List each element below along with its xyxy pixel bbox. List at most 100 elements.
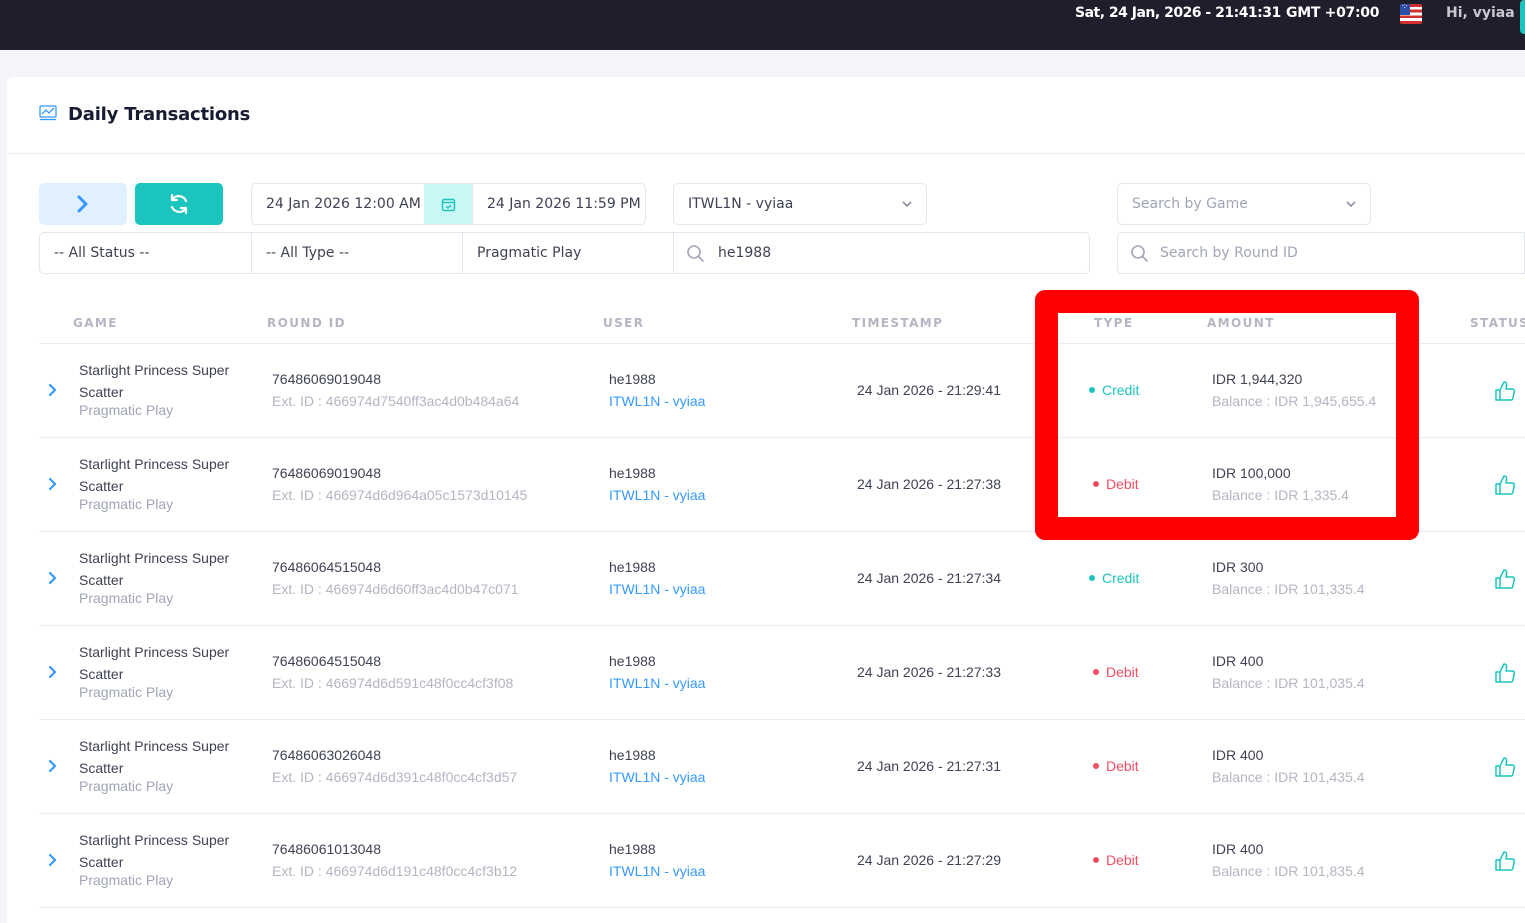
user-greeting[interactable]: Hi, vyiaa — [1446, 5, 1515, 21]
thumbs-up-icon[interactable] — [1494, 474, 1516, 496]
agent-link[interactable]: ITWL1N - vyiaa — [609, 675, 705, 691]
external-id: Ext. ID : 466974d6d964a05c1573d10145 — [272, 487, 528, 503]
balance: Balance : IDR 101,835.4 — [1212, 863, 1365, 879]
column-header-round-id[interactable]: ROUND ID — [267, 316, 346, 330]
type-badge-credit: Credit — [1089, 570, 1139, 586]
transactions-card: Daily Transactions 24 Jan 2026 12:00 AM … — [7, 77, 1525, 923]
round-id-search-placeholder: Search by Round ID — [1160, 245, 1298, 261]
game-name: Starlight Princess Super Scatter — [79, 550, 230, 588]
user-name: he1988 — [609, 559, 656, 575]
agent-link[interactable]: ITWL1N - vyiaa — [609, 393, 705, 409]
row-expand-chevron-icon[interactable] — [47, 477, 57, 491]
game-provider: Pragmatic Play — [79, 590, 174, 606]
thumbs-up-icon[interactable] — [1494, 850, 1516, 872]
row-expand-chevron-icon[interactable] — [47, 853, 57, 867]
external-id: Ext. ID : 466974d7540ff3ac4d0b484a64 — [272, 393, 520, 409]
type-badge-debit: Debit — [1093, 476, 1139, 492]
external-id: Ext. ID : 466974d6d191c48f0cc4cf3b12 — [272, 863, 518, 879]
game-provider: Pragmatic Play — [79, 778, 174, 794]
game-provider: Pragmatic Play — [79, 402, 174, 418]
timestamp: 24 Jan 2026 - 21:27:38 — [857, 476, 1002, 492]
user-name: he1988 — [609, 747, 656, 763]
date-range-separator — [424, 183, 472, 225]
user-search-input[interactable]: he1988 — [673, 232, 1090, 274]
type-badge-debit: Debit — [1093, 758, 1139, 774]
balance: Balance : IDR 101,435.4 — [1212, 769, 1365, 785]
table-row[interactable]: Starlight Princess Super Scatter Pragmati… — [39, 626, 1525, 720]
amount: IDR 400 — [1212, 653, 1264, 669]
refresh-button[interactable] — [135, 183, 223, 225]
type-select[interactable]: -- All Type -- — [251, 232, 465, 274]
agent-link[interactable]: ITWL1N - vyiaa — [609, 769, 705, 785]
date-to-input[interactable]: 24 Jan 2026 11:59 PM — [472, 183, 646, 225]
row-expand-chevron-icon[interactable] — [47, 759, 57, 773]
game-select-placeholder: Search by Game — [1132, 196, 1248, 212]
current-datetime: Sat, 24 Jan, 2026 - 21:41:31 — [1075, 5, 1281, 21]
column-header-amount[interactable]: AMOUNT — [1207, 316, 1275, 330]
type-badge-credit: Credit — [1089, 382, 1139, 398]
us-flag-icon[interactable] — [1400, 4, 1422, 24]
chevron-down-icon — [1346, 201, 1356, 208]
round-id-search-input[interactable]: Search by Round ID — [1117, 232, 1525, 274]
row-expand-chevron-icon[interactable] — [47, 383, 57, 397]
timestamp: 24 Jan 2026 - 21:27:34 — [857, 570, 1002, 586]
row-expand-chevron-icon[interactable] — [47, 665, 57, 679]
round-id: 76486064515048 — [272, 559, 382, 575]
balance: Balance : IDR 1,945,655.4 — [1212, 393, 1377, 409]
table-row[interactable]: Starlight Princess Super Scatter Pragmati… — [39, 438, 1525, 532]
game-name: Starlight Princess Super Scatter — [79, 832, 230, 870]
column-header-type[interactable]: TYPE — [1094, 316, 1133, 330]
thumbs-up-icon[interactable] — [1494, 756, 1516, 778]
balance: Balance : IDR 101,035.4 — [1212, 675, 1365, 691]
amount: IDR 1,944,320 — [1212, 371, 1303, 387]
timezone-label: GMT +07:00 — [1286, 5, 1380, 21]
user-name: he1988 — [609, 841, 656, 857]
card-header: Daily Transactions — [7, 77, 1525, 154]
balance: Balance : IDR 1,335.4 — [1212, 487, 1349, 503]
thumbs-up-icon[interactable] — [1494, 380, 1516, 402]
thumbs-up-icon[interactable] — [1494, 568, 1516, 590]
timestamp: 24 Jan 2026 - 21:27:33 — [857, 664, 1002, 680]
column-header-timestamp[interactable]: TIMESTAMP — [852, 316, 943, 330]
status-select[interactable]: -- All Status -- — [39, 232, 253, 274]
row-expand-chevron-icon[interactable] — [47, 571, 57, 585]
table-row[interactable]: Starlight Princess Super Scatter Pragmati… — [39, 720, 1525, 814]
search-icon — [1131, 245, 1148, 262]
chevron-right-icon — [77, 195, 88, 213]
column-header-status[interactable]: STATUS — [1470, 316, 1525, 330]
table-header: GAME ROUND ID USER TIMESTAMP TYPE AMOUNT… — [39, 299, 1525, 344]
agent-select[interactable]: ITWL1N - vyiaa — [673, 183, 927, 225]
column-header-game[interactable]: GAME — [73, 316, 118, 330]
agent-link[interactable]: ITWL1N - vyiaa — [609, 863, 705, 879]
timestamp: 24 Jan 2026 - 21:27:29 — [857, 852, 1002, 868]
external-id: Ext. ID : 466974d6d391c48f0cc4cf3d57 — [272, 769, 518, 785]
game-provider: Pragmatic Play — [79, 872, 174, 888]
table-row[interactable]: Starlight Princess Super Scatter Pragmati… — [39, 814, 1525, 908]
agent-link[interactable]: ITWL1N - vyiaa — [609, 581, 705, 597]
agent-link[interactable]: ITWL1N - vyiaa — [609, 487, 705, 503]
table-row[interactable]: Starlight Princess Super Scatter Pragmati… — [39, 532, 1525, 626]
search-icon — [687, 245, 704, 262]
type-badge-debit: Debit — [1093, 664, 1139, 680]
provider-select[interactable]: Pragmatic Play — [462, 232, 676, 274]
game-select[interactable]: Search by Game — [1117, 183, 1371, 225]
table-row[interactable]: Starlight Princess Super Scatter Pragmati… — [39, 344, 1525, 438]
sidebar-toggle-edge[interactable] — [1520, 0, 1525, 34]
game-name: Starlight Princess Super Scatter — [79, 456, 230, 494]
round-id: 76486064515048 — [272, 653, 382, 669]
chart-icon — [39, 105, 57, 121]
external-id: Ext. ID : 466974d6d60ff3ac4d0b47c071 — [272, 581, 519, 597]
balance: Balance : IDR 101,335.4 — [1212, 581, 1365, 597]
expand-filters-button[interactable] — [39, 183, 127, 225]
game-provider: Pragmatic Play — [79, 684, 174, 700]
game-provider: Pragmatic Play — [79, 496, 174, 512]
column-header-user[interactable]: USER — [603, 316, 644, 330]
date-from-input[interactable]: 24 Jan 2026 12:00 AM — [251, 183, 425, 225]
thumbs-up-icon[interactable] — [1494, 662, 1516, 684]
amount: IDR 400 — [1212, 841, 1264, 857]
user-name: he1988 — [609, 465, 656, 481]
type-badge-debit: Debit — [1093, 852, 1139, 868]
refresh-icon — [170, 193, 188, 215]
game-name: Starlight Princess Super Scatter — [79, 738, 230, 776]
game-name: Starlight Princess Super Scatter — [79, 362, 230, 400]
